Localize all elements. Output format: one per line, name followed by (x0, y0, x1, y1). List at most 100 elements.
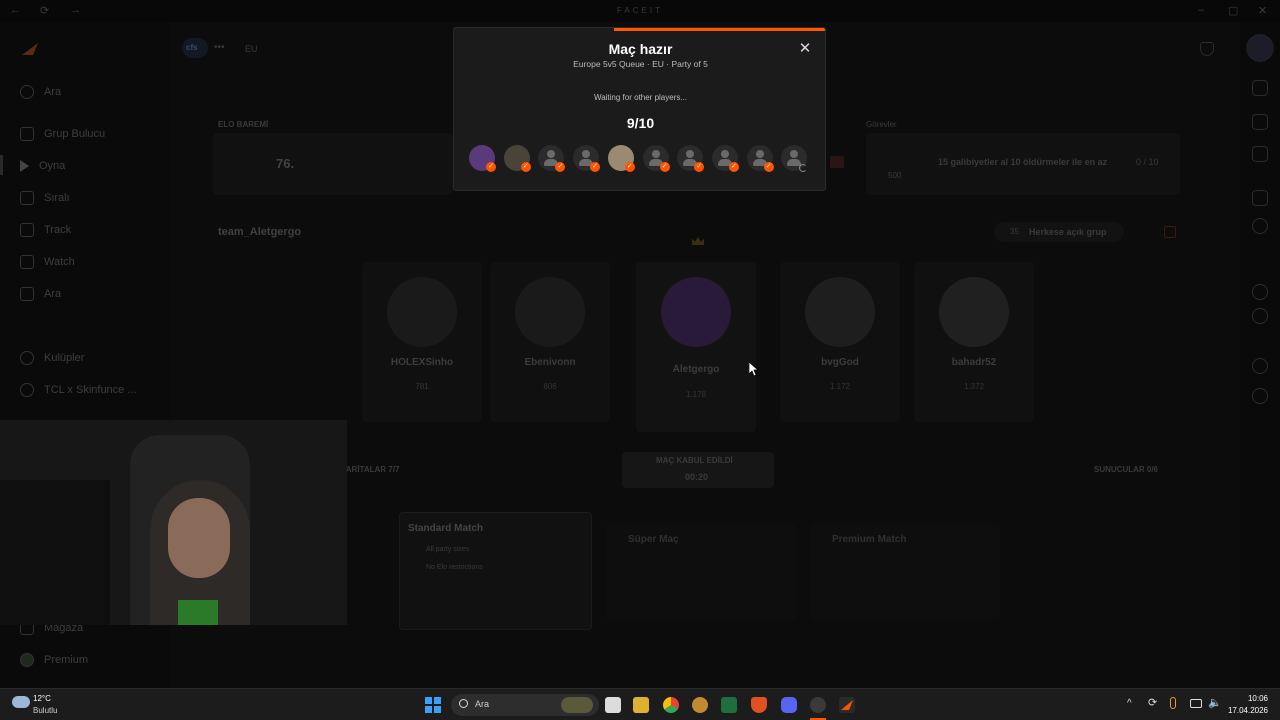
weather-desc[interactable]: Bulutlu (33, 706, 57, 715)
open-party-toggle[interactable]: 35 Herkese açık grup (994, 222, 1124, 242)
sidebar-item-ranking[interactable]: Sıralı (20, 188, 70, 208)
game-selector[interactable]: cfs (182, 38, 208, 58)
mode-card-super[interactable]: Süper Maç (606, 524, 796, 620)
player-slot: ✓ (503, 145, 531, 172)
accepted-check-icon: ✓ (486, 162, 496, 172)
mission-card[interactable]: 500 15 galibiyetler al 10 öldürmeler ile… (866, 133, 1180, 195)
leave-party-icon[interactable] (1164, 226, 1176, 238)
excel-icon[interactable] (721, 697, 737, 713)
obs-icon[interactable] (810, 697, 826, 713)
face (168, 498, 230, 578)
party-name: team_Aletgergo (218, 226, 302, 238)
clock-date[interactable]: 17.04.2026 (1222, 706, 1268, 715)
sidebar-item-watch[interactable]: Watch (20, 252, 75, 272)
sidebar-item-search[interactable]: Ara (20, 82, 61, 102)
brave-icon[interactable] (751, 697, 767, 713)
close-window-icon[interactable]: ✕ (1258, 4, 1267, 17)
sidebar-item-club-tcl[interactable]: TCL x Skinfunce ... (20, 380, 137, 400)
sidebar-item-label: TCL x Skinfunce ... (44, 384, 137, 396)
mode-card-premium[interactable]: Premium Match (810, 524, 1000, 620)
back-icon[interactable]: ← (10, 4, 21, 16)
match-accepted-button[interactable]: MAÇ KABUL EDİLDİ 00:20 (622, 452, 774, 488)
windows-start-icon[interactable] (425, 697, 441, 713)
sidebar-item-browse[interactable]: Ara (20, 284, 61, 304)
taskbar: 12°C Bulutlu Ara ^ ⟳ 🔈 10:06 17.04.2026 (0, 688, 1280, 720)
refresh-icon[interactable]: ⟳ (40, 4, 49, 17)
friend-avatar-2[interactable] (1252, 308, 1268, 324)
taskbar-search[interactable]: Ara (451, 694, 599, 716)
player-card[interactable]: HOLEXSinho 781 (362, 262, 482, 422)
vs-icon[interactable] (1252, 80, 1268, 96)
player-slot: ✓ (469, 145, 496, 172)
sidebar-item-track[interactable]: Track (20, 220, 71, 240)
user-avatar[interactable] (1246, 34, 1274, 62)
faceit-logo-icon[interactable] (22, 42, 38, 55)
flag-icon (830, 156, 844, 168)
player-avatar (515, 277, 585, 347)
crown-icon (692, 237, 704, 245)
player-name: Aletgergo (672, 364, 720, 375)
forward-icon[interactable]: → (70, 4, 81, 16)
player-name: Ebenivonn (524, 357, 576, 368)
person-icon (755, 150, 764, 158)
weather-temp[interactable]: 12°C (33, 694, 51, 703)
headset-icon[interactable] (1252, 388, 1268, 404)
friend-avatar-1[interactable] (1252, 284, 1268, 300)
sidebar-item-party-finder[interactable]: Grup Bulucu (20, 124, 105, 144)
monitor-icon[interactable] (1190, 699, 1202, 708)
player-card[interactable]: Ebenivonn 806 (490, 262, 610, 422)
sync-icon[interactable]: ⟳ (1148, 696, 1157, 709)
player-card[interactable]: bahadr52 1.372 (914, 262, 1034, 422)
chrome-icon[interactable] (663, 697, 679, 713)
accepted-check-icon: ✓ (624, 162, 635, 172)
friend-avatar-3[interactable] (1252, 358, 1268, 374)
sidebar-item-play[interactable]: Oyna (20, 156, 65, 176)
person-icon (651, 150, 660, 158)
mode-card-standard[interactable]: Standard Match All party sizes No Elo re… (399, 512, 592, 630)
search-icon (459, 699, 468, 708)
app-icon[interactable] (692, 697, 708, 713)
mode-title: Standard Match (408, 523, 484, 534)
cloud-icon (12, 696, 30, 708)
player-name: bahadr52 (951, 357, 997, 368)
clubs-icon (20, 351, 34, 365)
player-slot: ✓ (677, 145, 705, 172)
mission-progress: 0 / 10 (1136, 157, 1159, 167)
file-explorer-icon[interactable] (633, 697, 649, 713)
close-icon[interactable]: ✕ (797, 41, 813, 57)
maps-label[interactable]: HARİTALAR 7/7 (340, 465, 399, 474)
shield-icon[interactable] (1200, 42, 1214, 56)
volume-icon[interactable]: 🔈 (1208, 696, 1222, 709)
player-slot: ✓ (607, 145, 635, 172)
accepted-check-icon: ✓ (555, 162, 566, 172)
player-card[interactable]: bvgGod 1.172 (780, 262, 900, 422)
sidebar-item-label: Sıralı (44, 192, 70, 204)
chevron-up-icon[interactable]: ^ (1127, 698, 1132, 709)
bell-icon[interactable] (1252, 114, 1268, 130)
clock-time[interactable]: 10:06 (1230, 694, 1268, 703)
more-icon[interactable]: ••• (214, 42, 225, 53)
maximize-icon[interactable]: ▢ (1228, 4, 1238, 17)
task-view-icon[interactable] (605, 697, 621, 713)
discord-icon[interactable] (781, 697, 797, 713)
friends-icon[interactable] (1252, 146, 1268, 162)
accepted-check-icon: ✓ (694, 162, 705, 172)
minimize-icon[interactable]: – (1198, 4, 1204, 16)
play-icon (20, 160, 29, 172)
player-avatar (661, 277, 731, 347)
servers-label[interactable]: SUNUCULAR 0/6 (1094, 465, 1158, 474)
party-rail-icon[interactable] (1252, 190, 1268, 206)
sidebar-item-clubs[interactable]: Kulüpler (20, 348, 84, 368)
player-card-self[interactable]: Aletgergo 1.178 (636, 262, 756, 432)
mission-text: 15 galibiyetler al 10 öldürmeler ile en … (938, 157, 1108, 167)
check-circle-icon[interactable] (1252, 218, 1268, 234)
loading-spinner-icon (799, 164, 808, 172)
microphone-icon[interactable] (1170, 697, 1176, 709)
sidebar-item-premium[interactable]: Premium (20, 650, 88, 670)
region-label[interactable]: EU (245, 44, 258, 54)
title-bar: ← ⟳ → FACEIT – ▢ ✕ (0, 0, 1280, 22)
accepted-label: MAÇ KABUL EDİLDİ (656, 456, 733, 465)
player-slot: ✓ (711, 145, 739, 172)
player-slot (781, 145, 808, 172)
faceit-taskbar-icon[interactable] (839, 697, 855, 713)
